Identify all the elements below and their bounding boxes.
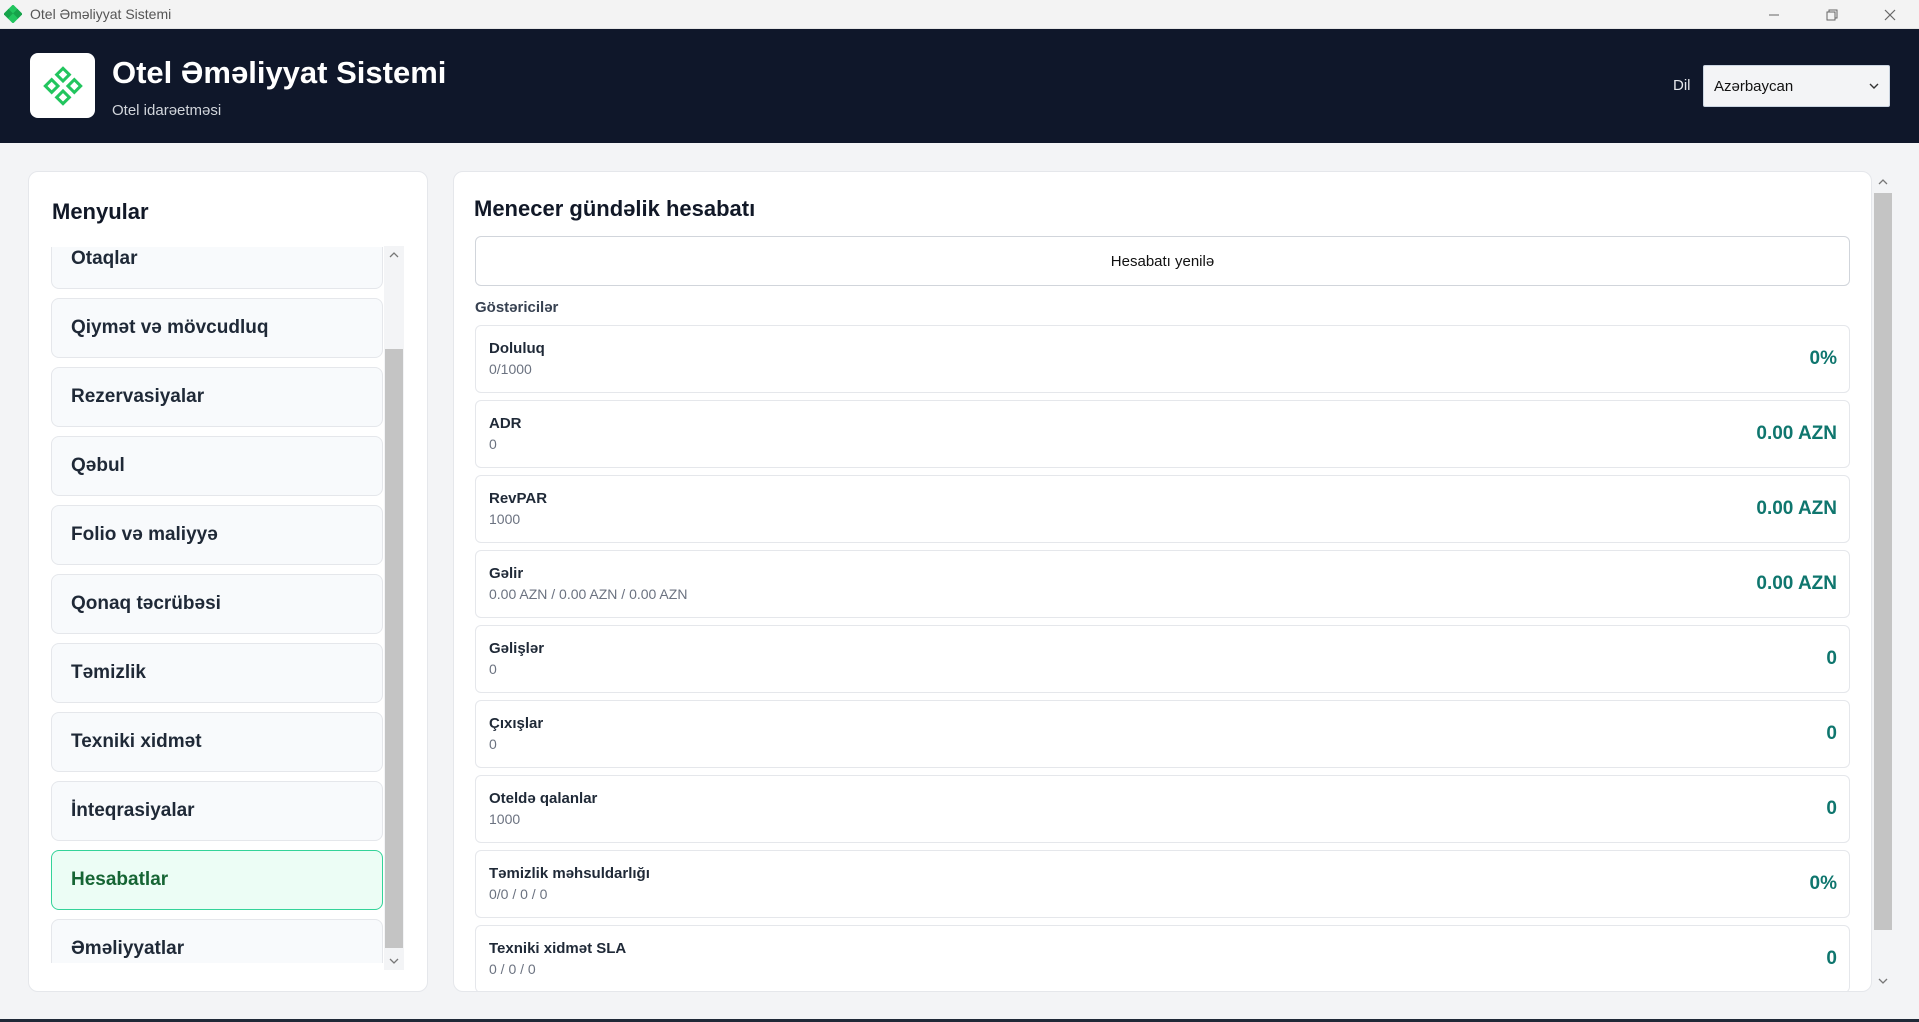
metric-value: 0 [1826,648,1837,669]
chevron-down-icon [1869,83,1879,89]
sidebar-scroll-thumb[interactable] [385,349,403,948]
metric-card: Doluluq 0/1000 0% [475,325,1850,393]
metric-detail: 0 [489,736,497,752]
metric-name: Gəlişlər [489,640,545,657]
sidebar-item-reports[interactable]: Hesabatlar [51,850,383,910]
scroll-down-icon[interactable] [1878,976,1888,986]
metric-card: Oteldə qalanlar 1000 0 [475,775,1850,843]
close-icon [1884,9,1896,20]
sidebar-title: Menyular [52,199,149,224]
metric-detail: 0 [489,436,497,452]
metric-detail: 0 / 0 / 0 [489,961,536,977]
app-header: Otel Əməliyyat Sistemi Otel idarəetməsi … [0,29,1919,143]
sidebar-item-front-desk[interactable]: Qəbul [51,436,383,496]
app-subtitle: Otel idarəetməsi [112,102,222,119]
metric-card: RevPAR 1000 0.00 AZN [475,475,1850,543]
metrics-section-label: Göstəricilər [475,299,559,316]
metric-card: Gəlir 0.00 AZN / 0.00 AZN / 0.00 AZN 0.0… [475,550,1850,618]
close-button[interactable] [1861,0,1919,29]
restore-icon [1826,9,1838,20]
sidebar-item-operations[interactable]: Əməliyyatlar [51,919,383,963]
metric-name: RevPAR [489,490,548,507]
metric-detail: 0 [489,661,497,677]
refresh-report-button[interactable]: Hesabatı yenilə [475,236,1850,286]
metric-name: Çıxışlar [489,715,544,732]
main-scroll-thumb[interactable] [1874,193,1892,930]
scroll-up-icon[interactable] [1878,177,1888,187]
language-label: Dil [1673,77,1691,94]
sidebar-item-pricing[interactable]: Qiymət və mövcudluq [51,298,383,358]
minimize-icon [1769,14,1779,15]
metric-value: 0.00 AZN [1756,573,1837,594]
sidebar: Menyular Otaqlar Qiymət və mövcudluq Rez… [28,171,428,992]
restore-button[interactable] [1803,0,1861,29]
scroll-up-icon[interactable] [389,250,399,260]
app-logo [30,53,95,118]
sidebar-item-housekeeping[interactable]: Təmizlik [51,643,383,703]
metric-name: Texniki xidmət SLA [489,940,627,957]
metrics-list: Doluluq 0/1000 0% ADR 0 0.00 AZN RevPAR … [475,325,1850,991]
metric-value: 0 [1826,723,1837,744]
scroll-down-icon[interactable] [389,956,399,966]
metric-value: 0.00 AZN [1756,423,1837,444]
metric-value: 0 [1826,948,1837,969]
metric-card: Çıxışlar 0 0 [475,700,1850,768]
sidebar-scrollbar[interactable] [384,246,404,970]
diamond-logo-icon [4,5,22,23]
language-select-value: Azərbaycan [1714,77,1794,95]
page-title: Menecer gündəlik hesabatı [474,196,756,221]
app-title: Otel Əməliyyat Sistemi [112,55,447,90]
metric-card: ADR 0 0.00 AZN [475,400,1850,468]
metric-detail: 0.00 AZN / 0.00 AZN / 0.00 AZN [489,586,688,602]
metric-name: Gəlir [489,565,524,582]
metric-card: Təmizlik məhsuldarlığı 0/0 / 0 / 0 0% [475,850,1850,918]
metric-name: Doluluq [489,340,545,357]
menu-viewport: Otaqlar Qiymət və mövcudluq Rezervasiyal… [51,247,411,963]
metric-value: 0 [1826,798,1837,819]
sidebar-item-reservations[interactable]: Rezervasiyalar [51,367,383,427]
metric-value: 0.00 AZN [1756,498,1837,519]
metric-value: 0% [1809,348,1837,369]
diamond-logo-icon [42,65,83,106]
metric-detail: 1000 [489,511,521,527]
metric-name: Təmizlik məhsuldarlığı [489,865,650,882]
metric-card: Gəlişlər 0 0 [475,625,1850,693]
sidebar-item-guest-experience[interactable]: Qonaq təcrübəsi [51,574,383,634]
sidebar-item-maintenance[interactable]: Texniki xidmət [51,712,383,772]
menu-list: Otaqlar Qiymət və mövcudluq Rezervasiyal… [51,247,383,963]
sidebar-item-folio[interactable]: Folio və maliyyə [51,505,383,565]
main-scrollbar[interactable] [1872,171,1894,992]
metric-detail: 1000 [489,811,521,827]
minimize-button[interactable] [1745,0,1803,29]
sidebar-item-integrations[interactable]: İnteqrasiyalar [51,781,383,841]
window-titlebar: Otel Əməliyyat Sistemi [0,0,1919,29]
sidebar-item-otaqlar[interactable]: Otaqlar [51,247,383,289]
metric-card: Texniki xidmət SLA 0 / 0 / 0 0 [475,925,1850,991]
language-select[interactable]: Azərbaycan [1703,65,1890,107]
metric-value: 0% [1809,873,1837,894]
window-title: Otel Əməliyyat Sistemi [30,6,172,22]
main-panel: Menecer gündəlik hesabatı Hesabatı yenil… [453,171,1872,992]
metric-name: ADR [489,415,522,432]
metric-detail: 0/1000 [489,361,532,377]
metric-name: Oteldə qalanlar [489,790,598,807]
metric-detail: 0/0 / 0 / 0 [489,886,548,902]
